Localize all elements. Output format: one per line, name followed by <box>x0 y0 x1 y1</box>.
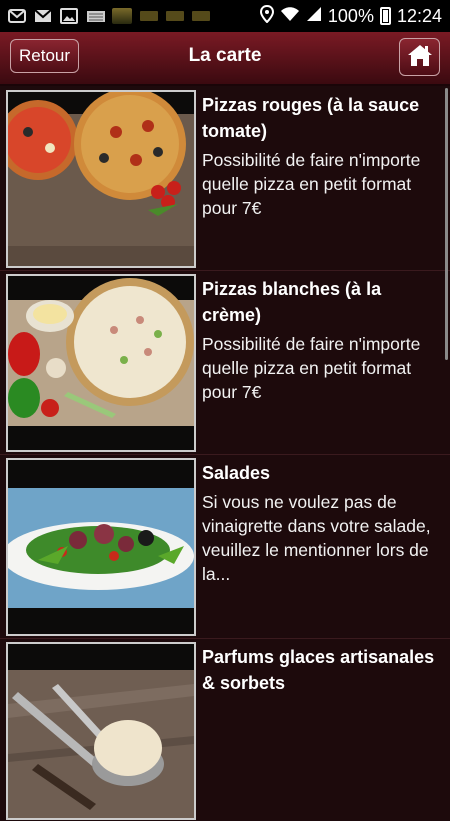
scrollbar[interactable] <box>445 88 448 360</box>
wifi-icon <box>280 6 300 27</box>
keyboard-icon <box>86 8 105 24</box>
home-icon <box>407 43 433 72</box>
item-description: Possibilité de faire n'importe quelle pi… <box>202 150 421 218</box>
system-icons: 100% 12:24 <box>259 4 442 28</box>
battery-percent: 100% <box>327 5 374 26</box>
list-item[interactable]: Pizzas rouges (à la sauce tomate) Possib… <box>0 86 450 269</box>
list-item[interactable]: Pizzas blanches (à la crème) Possibilité… <box>0 270 450 453</box>
salade-image <box>6 458 196 636</box>
notification-icons <box>8 8 210 24</box>
menu-list: Pizzas rouges (à la sauce tomate) Possib… <box>0 86 450 820</box>
item-title: Pizzas blanches (à la crème) <box>202 279 382 325</box>
gmail-icon <box>34 8 52 24</box>
signal-icon <box>306 6 322 27</box>
glace-image <box>6 642 196 820</box>
pizza-rouge-image <box>6 90 196 268</box>
status-bar: 100% 12:24 <box>0 0 450 32</box>
home-button[interactable] <box>399 38 440 76</box>
battery-icon <box>379 7 391 25</box>
item-title: Parfums glaces artisanales & sorbets <box>202 647 435 693</box>
item-title: Salades <box>202 463 271 483</box>
item-description: Possibilité de faire n'importe quelle pi… <box>202 334 421 402</box>
list-item[interactable]: Parfums glaces artisanales & sorbets <box>0 638 450 821</box>
app-notification-icon-4 <box>192 11 210 21</box>
app-notification-icon <box>112 8 132 24</box>
pizza-blanche-image <box>6 274 196 452</box>
email-icon <box>8 8 26 24</box>
item-description: Si vous ne voulez pas de vinaigrette dan… <box>202 492 431 584</box>
item-title: Pizzas rouges (à la sauce tomate) <box>202 95 420 141</box>
app-notification-icon-2 <box>140 11 158 21</box>
back-button[interactable]: Retour <box>10 39 79 73</box>
gallery-icon <box>60 8 78 24</box>
location-icon <box>259 4 274 28</box>
app-notification-icon-3 <box>166 11 184 21</box>
action-bar: La carte Retour <box>0 32 450 86</box>
list-item[interactable]: Salades Si vous ne voulez pas de vinaigr… <box>0 454 450 637</box>
clock: 12:24 <box>396 5 442 26</box>
